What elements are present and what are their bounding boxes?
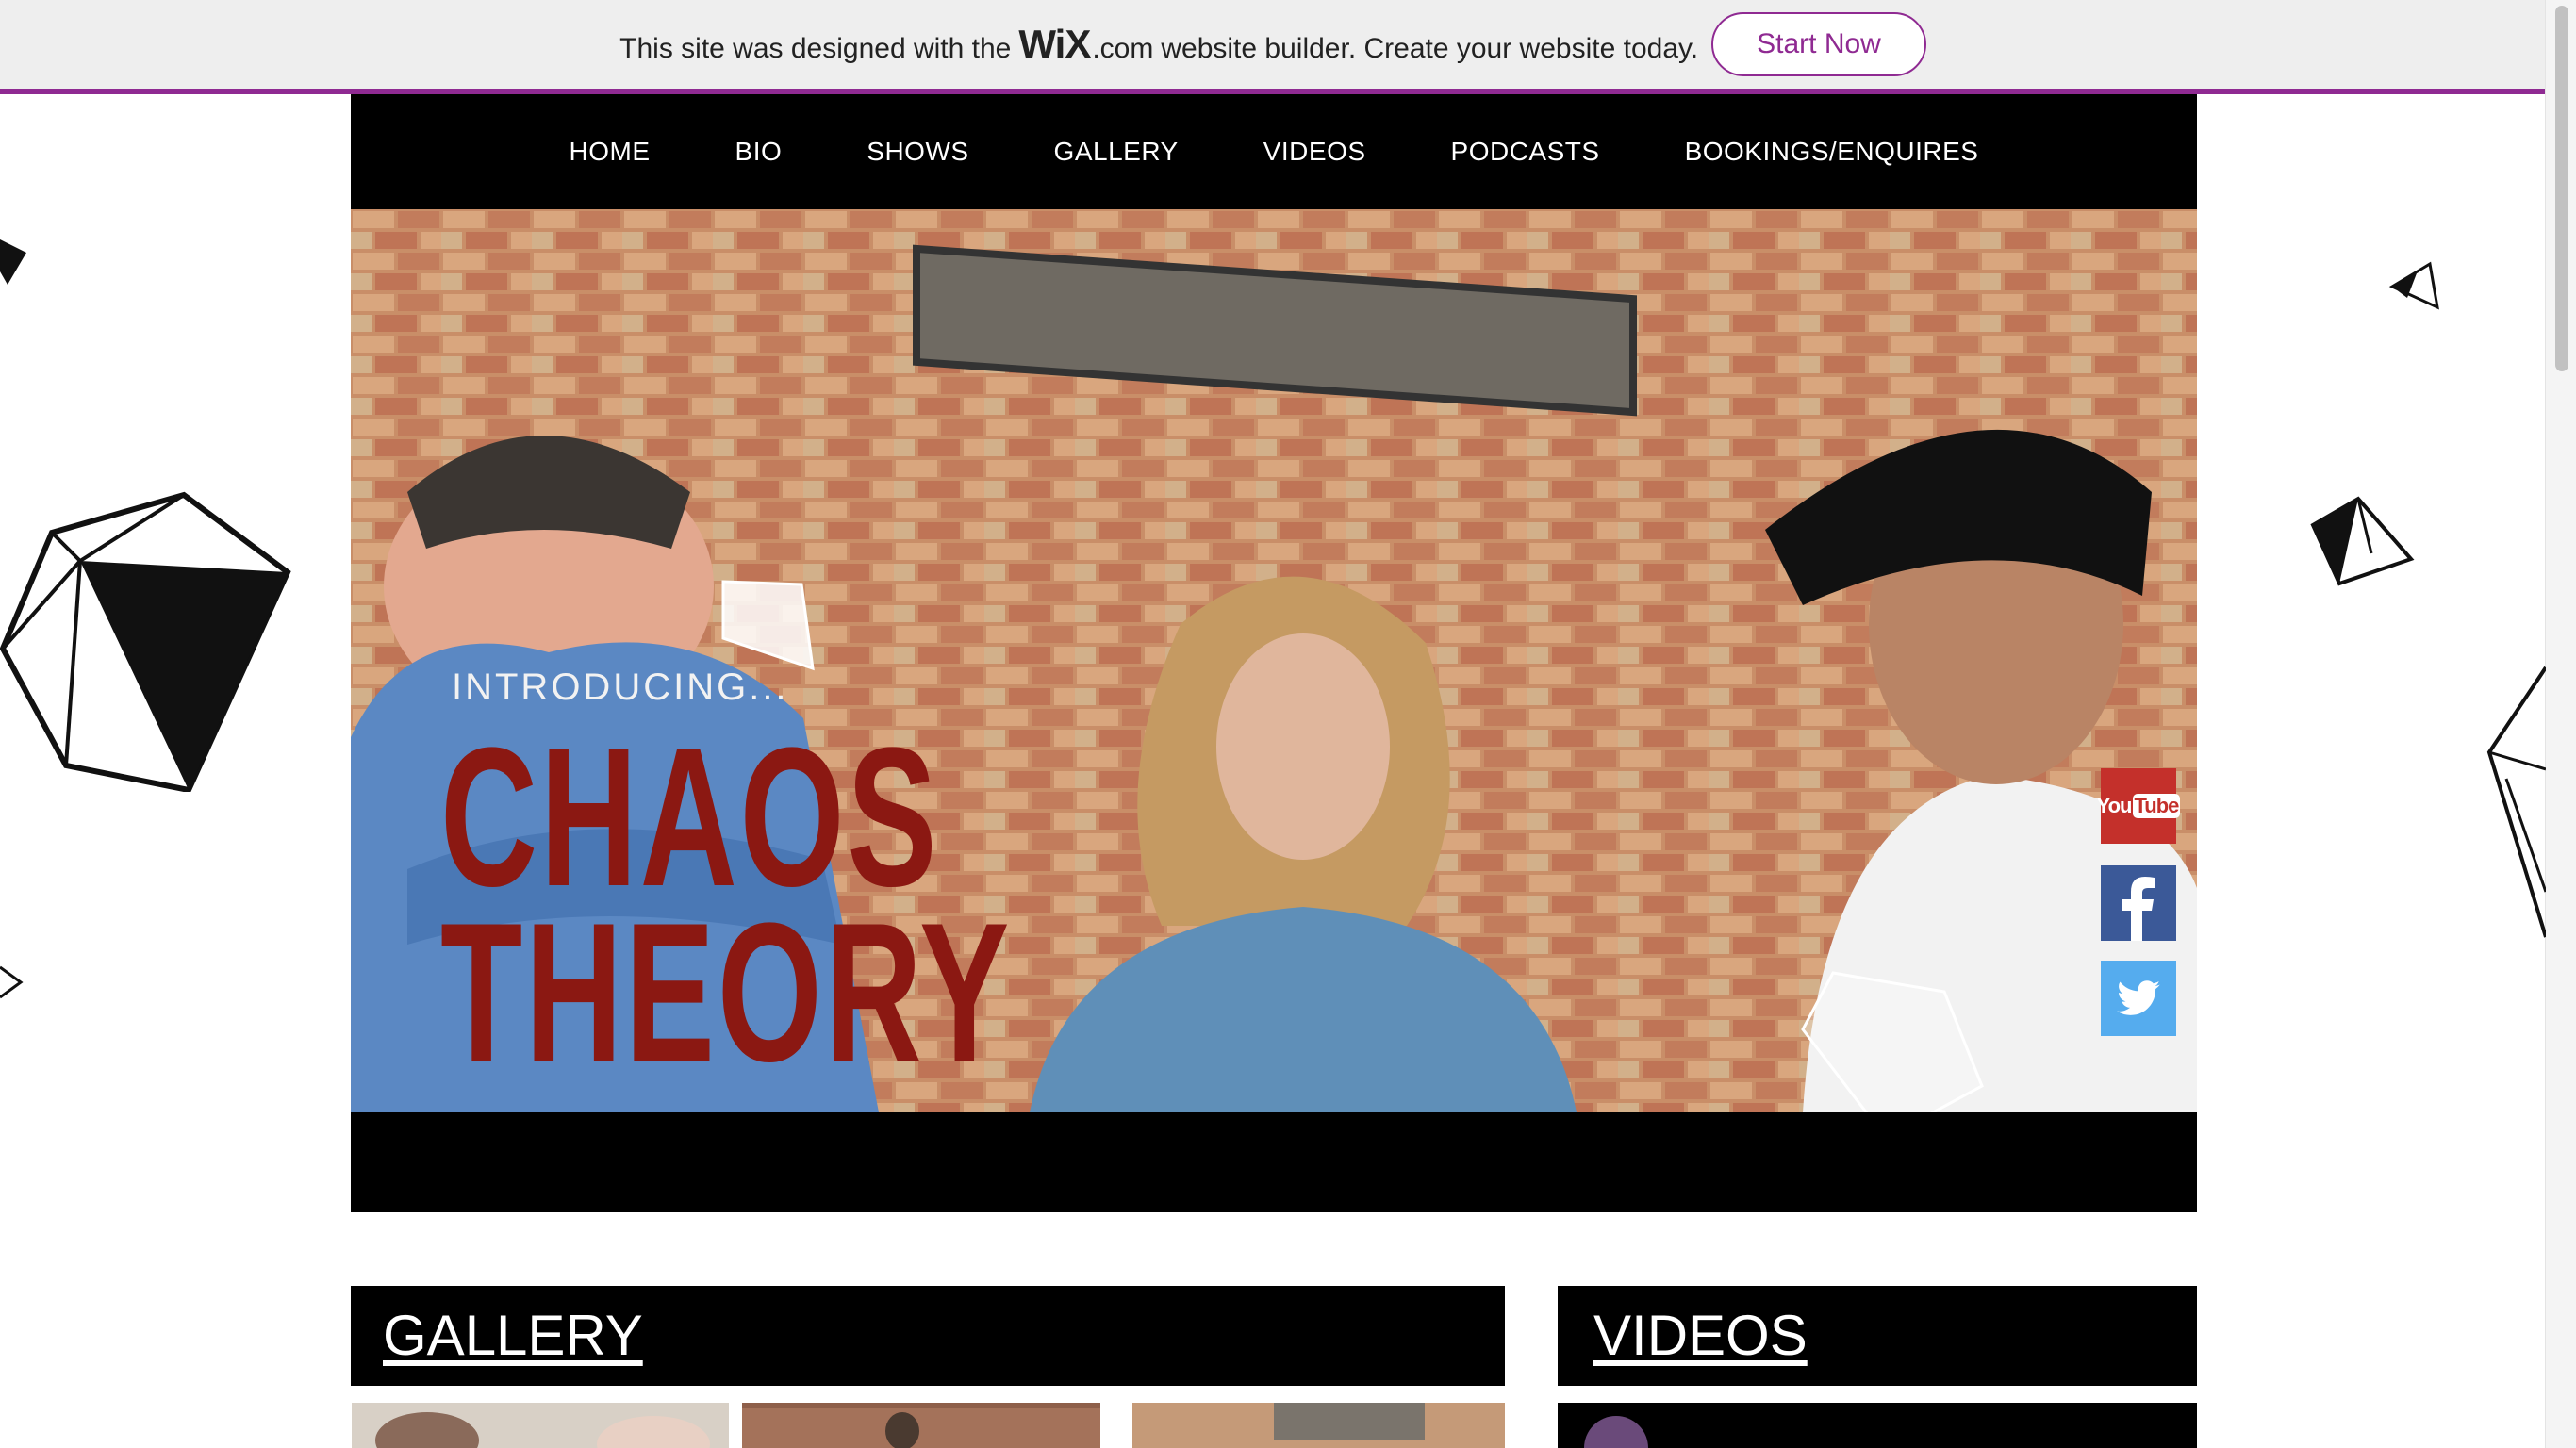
nav-item-shows[interactable]: SHOWS bbox=[867, 137, 968, 167]
video-thumbnail-image bbox=[1558, 1403, 2197, 1448]
facebook-button[interactable] bbox=[2101, 865, 2176, 941]
hero-bottom-strip bbox=[351, 1112, 2197, 1212]
hero-title-line2: THEORY bbox=[440, 881, 1013, 1103]
polyhedron-decoration-right-top bbox=[2388, 261, 2439, 310]
wix-banner-message: This site was designed with the WiX .com … bbox=[619, 22, 1698, 67]
polyhedron-decoration-right-mid bbox=[2310, 496, 2415, 586]
gallery-section-header: GALLERY bbox=[351, 1286, 1505, 1386]
wix-logo-suffix: .com bbox=[1092, 33, 1154, 64]
gallery-thumbnail[interactable] bbox=[352, 1403, 729, 1448]
videos-section-link[interactable]: VIDEOS bbox=[1593, 1303, 1808, 1368]
gallery-thumbnail[interactable] bbox=[742, 1403, 1100, 1448]
gallery-thumbnail[interactable] bbox=[1132, 1403, 1505, 1448]
wix-logo: WiX bbox=[1018, 22, 1091, 66]
gallery-section-link[interactable]: GALLERY bbox=[383, 1303, 643, 1368]
polyhedron-decoration-left-tiny bbox=[0, 965, 24, 999]
twitter-icon bbox=[2117, 980, 2160, 1015]
nav-item-gallery[interactable]: GALLERY bbox=[1054, 137, 1179, 167]
polyhedron-decoration-left-large bbox=[0, 491, 291, 792]
youtube-button[interactable]: You Tube bbox=[2097, 768, 2181, 844]
youtube-icon-you: You bbox=[2096, 794, 2133, 817]
wix-promo-banner: This site was designed with the WiX .com … bbox=[0, 0, 2546, 94]
video-thumbnail[interactable] bbox=[1558, 1403, 2197, 1448]
nav-item-podcasts[interactable]: PODCASTS bbox=[1451, 137, 1600, 167]
hero-banner: INTRODUCING... CHAOS THEORY bbox=[351, 209, 2197, 1112]
nav-item-videos[interactable]: VIDEOS bbox=[1263, 137, 1366, 167]
nav-item-bio[interactable]: BIO bbox=[735, 137, 783, 167]
polyhedron-decoration-right-edge bbox=[2486, 666, 2546, 938]
gallery-thumbnail-image bbox=[742, 1403, 1100, 1448]
youtube-icon: You Tube bbox=[2097, 794, 2181, 818]
hero-intro-text: INTRODUCING... bbox=[452, 666, 789, 708]
page-scrollbar[interactable] bbox=[2545, 0, 2576, 1448]
start-now-button[interactable]: Start Now bbox=[1711, 12, 1926, 76]
videos-section-header: VIDEOS bbox=[1558, 1286, 2197, 1386]
nav-item-home[interactable]: HOME bbox=[570, 137, 651, 167]
youtube-icon-tube: Tube bbox=[2132, 794, 2181, 818]
polyhedron-decoration-left-small bbox=[0, 239, 26, 285]
facebook-icon bbox=[2122, 877, 2155, 941]
banner-text-before: This site was designed with the bbox=[619, 33, 1012, 64]
gallery-thumbnail-image bbox=[1132, 1403, 1505, 1448]
nav-item-bookings[interactable]: BOOKINGS/ENQUIRES bbox=[1685, 137, 1979, 167]
gallery-thumbnail-image bbox=[352, 1403, 729, 1448]
main-navigation: HOME BIO SHOWS GALLERY VIDEOS PODCASTS B… bbox=[351, 94, 2197, 209]
twitter-button[interactable] bbox=[2101, 961, 2176, 1036]
banner-text-after: website builder. Create your website tod… bbox=[1161, 33, 1699, 64]
scrollbar-thumb[interactable] bbox=[2555, 6, 2568, 371]
